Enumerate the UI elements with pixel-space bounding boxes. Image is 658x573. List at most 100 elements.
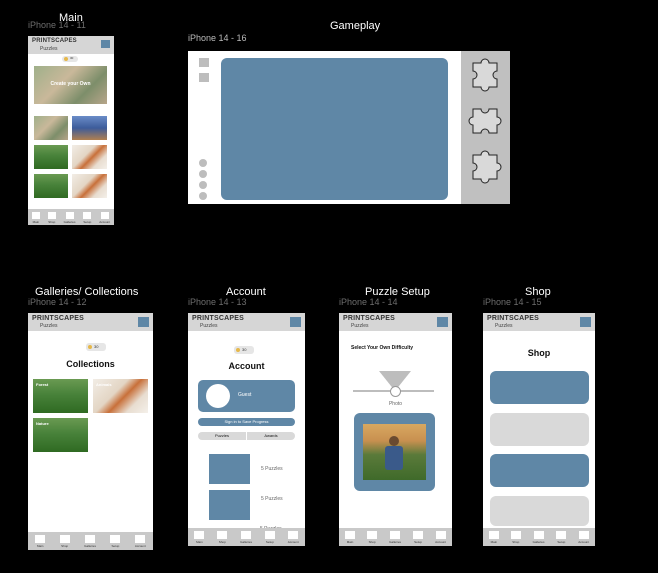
nav-setup[interactable]: Setup bbox=[413, 528, 424, 546]
app-header: PRINTSCAPES Puzzles bbox=[188, 313, 305, 331]
shop-item-card[interactable] bbox=[490, 413, 589, 446]
menu-button[interactable] bbox=[101, 40, 110, 48]
shop-item-card[interactable] bbox=[490, 496, 589, 526]
app-header: PRINTSCAPES Puzzles bbox=[483, 313, 595, 331]
page-title: Collections bbox=[66, 359, 115, 369]
menu-button[interactable] bbox=[437, 317, 448, 327]
nav-galleries[interactable]: Galleries bbox=[389, 528, 401, 546]
puzzle-thumb[interactable] bbox=[72, 145, 107, 169]
bottom-nav: Main Shop Galleries Setup Account bbox=[339, 528, 452, 546]
collection-card[interactable]: Forest bbox=[33, 379, 88, 413]
create-own-label: Create your Own bbox=[50, 81, 91, 87]
puzzle-thumb[interactable] bbox=[34, 116, 68, 140]
app-logo-sub: Puzzles bbox=[351, 323, 369, 329]
tab-puzzles[interactable]: Puzzles bbox=[198, 432, 247, 440]
nav-main[interactable]: Main bbox=[194, 528, 205, 546]
difficulty-slider-thumb[interactable] bbox=[390, 386, 401, 397]
nav-shop[interactable]: Shop bbox=[47, 209, 56, 225]
app-header: PRINTSCAPES Puzzles bbox=[28, 313, 153, 331]
sign-in-button[interactable]: Sign in to Save Progress bbox=[198, 418, 295, 426]
tab-awards[interactable]: Awards bbox=[247, 432, 295, 440]
shop-item-card[interactable] bbox=[490, 371, 589, 404]
page-title: Account bbox=[228, 361, 265, 371]
nav-main[interactable]: Main bbox=[31, 209, 40, 225]
tool-button[interactable] bbox=[199, 170, 207, 178]
frame-label-main: iPhone 14 - 11 bbox=[28, 20, 86, 30]
galleries-screen: PRINTSCAPES Puzzles 30 Collections Fores… bbox=[28, 313, 153, 550]
nav-main[interactable]: Main bbox=[345, 528, 356, 546]
nav-shop[interactable]: Shop bbox=[59, 532, 70, 550]
nav-setup[interactable]: Setup bbox=[556, 528, 567, 546]
nav-galleries[interactable]: Galleries bbox=[64, 209, 75, 225]
shop-item-card[interactable] bbox=[490, 454, 589, 487]
nav-setup[interactable]: Setup bbox=[110, 532, 121, 550]
nav-account[interactable]: Account bbox=[435, 528, 446, 546]
collection-card[interactable]: Nature bbox=[33, 418, 88, 452]
photo-preview-image bbox=[363, 424, 426, 480]
menu-button[interactable] bbox=[580, 317, 591, 327]
app-logo-sub: Puzzles bbox=[40, 46, 58, 52]
puzzle-thumb[interactable] bbox=[34, 174, 68, 198]
nav-shop[interactable]: Shop bbox=[217, 528, 228, 546]
app-logo-sub: Puzzles bbox=[40, 323, 58, 329]
username: Guest bbox=[238, 392, 252, 398]
frame-label-gameplay: iPhone 14 - 16 bbox=[188, 33, 247, 43]
puzzle-piece-icon bbox=[468, 108, 502, 134]
collection-card[interactable]: Animals bbox=[93, 379, 148, 413]
coin-icon bbox=[64, 57, 68, 61]
nav-setup[interactable]: Setup bbox=[264, 528, 275, 546]
puzzle-board[interactable] bbox=[221, 58, 448, 200]
nav-account[interactable]: Account bbox=[578, 528, 589, 546]
nav-account[interactable]: Account bbox=[99, 209, 110, 225]
coin-icon bbox=[88, 345, 92, 349]
collection-label: Animals bbox=[96, 382, 112, 387]
gameplay-screen bbox=[188, 51, 510, 204]
nav-account[interactable]: Account bbox=[288, 528, 299, 546]
hint-button[interactable] bbox=[199, 73, 209, 82]
avatar bbox=[206, 384, 230, 408]
coin-count: 30 bbox=[94, 344, 99, 349]
puzzle-thumb[interactable] bbox=[72, 174, 107, 198]
menu-button[interactable] bbox=[290, 317, 301, 327]
create-own-card[interactable]: Create your Own bbox=[34, 66, 107, 104]
tool-button[interactable] bbox=[199, 159, 207, 167]
app-logo: PRINTSCAPES bbox=[192, 315, 244, 322]
setup-screen: PRINTSCAPES Puzzles Select Your Own Diff… bbox=[339, 313, 452, 546]
collection-label: Forest bbox=[36, 382, 49, 387]
tool-button[interactable] bbox=[199, 181, 207, 189]
nav-shop[interactable]: Shop bbox=[367, 528, 378, 546]
app-logo: PRINTSCAPES bbox=[32, 315, 84, 322]
puzzle-thumb[interactable] bbox=[72, 116, 107, 140]
bottom-nav: Main Shop Galleries Setup Account bbox=[28, 209, 114, 225]
nav-main[interactable]: Main bbox=[35, 532, 46, 550]
puzzle-pack-thumb[interactable] bbox=[209, 454, 250, 484]
puzzle-thumb[interactable] bbox=[34, 145, 68, 169]
puzzle-piece-icon bbox=[472, 58, 498, 92]
main-screen: PRINTSCAPES Puzzles 30 Create your Own M… bbox=[28, 36, 114, 225]
account-screen: PRINTSCAPES Puzzles 30 Account Guest Sig… bbox=[188, 313, 305, 546]
profile-card[interactable]: Guest bbox=[198, 380, 295, 412]
tool-button[interactable] bbox=[199, 192, 207, 200]
coin-count: 30 bbox=[242, 347, 247, 352]
collection-label: Nature bbox=[36, 421, 49, 426]
nav-galleries[interactable]: Galleries bbox=[84, 532, 96, 550]
page-title: Shop bbox=[527, 348, 551, 358]
nav-setup[interactable]: Setup bbox=[83, 209, 92, 225]
piece-tray bbox=[461, 51, 510, 204]
nav-main[interactable]: Main bbox=[488, 528, 499, 546]
nav-shop[interactable]: Shop bbox=[510, 528, 521, 546]
puzzle-pack-thumb[interactable] bbox=[209, 490, 250, 520]
photo-preview-card[interactable] bbox=[354, 413, 435, 491]
app-header: PRINTSCAPES Puzzles bbox=[339, 313, 452, 331]
nav-galleries[interactable]: Galleries bbox=[533, 528, 544, 546]
nav-galleries[interactable]: Galleries bbox=[240, 528, 252, 546]
nav-account[interactable]: Account bbox=[135, 532, 146, 550]
section-title-gameplay: Gameplay bbox=[330, 20, 381, 32]
back-button[interactable] bbox=[199, 58, 209, 67]
frame-label-setup: iPhone 14 - 14 bbox=[339, 297, 398, 307]
app-logo: PRINTSCAPES bbox=[343, 315, 395, 322]
piece-tray-pieces bbox=[468, 58, 502, 184]
menu-button[interactable] bbox=[138, 317, 149, 327]
app-logo: PRINTSCAPES bbox=[487, 315, 539, 322]
puzzle-count: 5 Puzzles bbox=[261, 466, 283, 472]
